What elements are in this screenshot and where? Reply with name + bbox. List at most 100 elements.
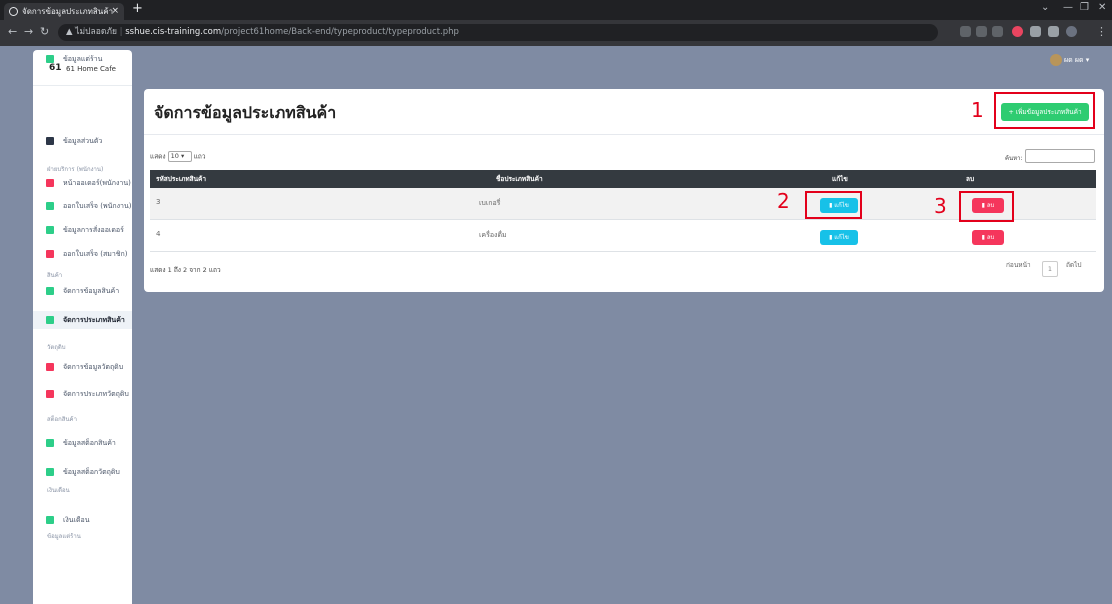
length-control: แสดง 10 ▾ แถว <box>150 151 206 162</box>
header-delete[interactable]: ลบ <box>966 170 974 188</box>
sidebar-item-label: ออกใบเสร็จ (สมาชิก) <box>63 250 128 258</box>
header-edit[interactable]: แก้ไข <box>832 170 848 188</box>
sidebar-item[interactable]: จัดการข้อมูลสินค้า <box>33 282 132 300</box>
cell-type-name: เบเกอรี่ <box>479 199 501 207</box>
highlight-box-1 <box>994 92 1095 129</box>
main-card: จัดการข้อมูลประเภทสินค้า + เพิ่มข้อมูลปร… <box>144 89 1104 292</box>
sidebar-item[interactable]: ข้อมูลสต็อกวัตถุดิบ <box>33 463 132 481</box>
cell-type-name: เครื่องดื่ม <box>479 231 507 239</box>
reload-icon[interactable]: ↻ <box>40 25 49 38</box>
length-suffix: แถว <box>193 152 206 161</box>
sidebar-item-label: ข้อมูลการสั่งออเดอร์ <box>63 226 124 234</box>
menu-item-icon <box>46 468 54 476</box>
forward-icon[interactable]: → <box>24 25 33 38</box>
sidebar-group-label: วัตถุดิบ <box>47 344 66 351</box>
sidebar-group-label: สต็อกสินค้า <box>47 416 77 423</box>
profile-icon[interactable] <box>1066 26 1077 37</box>
sidebar-item-label: จัดการประเภทสินค้า <box>63 316 125 324</box>
table-row: 4 เครื่องดื่ม ▮ แก้ไข ▮ ลบ <box>150 220 1096 252</box>
page-title: จัดการข้อมูลประเภทสินค้า <box>154 103 337 122</box>
page-1-button[interactable]: 1 <box>1042 261 1058 277</box>
card-header: จัดการข้อมูลประเภทสินค้า + เพิ่มข้อมูลปร… <box>144 89 1104 135</box>
url-field[interactable]: ▲ ไม่ปลอดภัย | sshue.cis-training.com/pr… <box>58 24 938 41</box>
chevron-down-icon[interactable]: ⌄ <box>1041 2 1049 13</box>
address-bar-row: ← → ↻ ▲ ไม่ปลอดภัย | sshue.cis-training.… <box>0 20 1112 46</box>
sidebar-item-label: จัดการประเภทวัตถุดิบ <box>63 390 129 398</box>
browser-titlebar: จัดการข้อมูลประเภทสินค้า × + ⌄ — ❐ ✕ <box>0 0 1112 20</box>
menu-item-icon <box>46 390 54 398</box>
menu-item-icon <box>46 316 54 324</box>
sidebar-item[interactable]: ข้อมูลสต็อกสินค้า <box>33 434 132 452</box>
insecure-warning[interactable]: ▲ ไม่ปลอดภัย <box>66 27 117 37</box>
annotation-3: 3 <box>934 194 947 218</box>
highlight-box-2 <box>805 191 862 219</box>
tab-close-icon[interactable]: × <box>111 3 119 20</box>
share-icon[interactable] <box>976 26 987 37</box>
back-icon[interactable]: ← <box>8 25 17 38</box>
length-select[interactable]: 10 ▾ <box>167 151 192 162</box>
extension-icon[interactable] <box>1012 26 1023 37</box>
table-row: 3 เบเกอรี่ ▮ แก้ไข ▮ ลบ <box>150 188 1096 220</box>
menu-item-icon <box>46 439 54 447</box>
sidepanel-icon[interactable] <box>1048 26 1059 37</box>
menu-item-icon <box>46 179 54 187</box>
next-page-button[interactable]: ถัดไป <box>1066 260 1082 270</box>
user-menu[interactable]: ผด ผด ▾ <box>1050 54 1089 66</box>
new-tab-button[interactable]: + <box>132 1 143 16</box>
sidebar-group-label: ข้อมูลแต่ร้าน <box>47 533 81 540</box>
sidebar-item[interactable]: จัดการประเภทวัตถุดิบ <box>33 385 132 403</box>
sidebar-item-label: ข้อมูลแต่ร้าน <box>63 55 103 63</box>
browser-tab[interactable]: จัดการข้อมูลประเภทสินค้า × <box>4 3 124 20</box>
length-prefix: แสดง <box>150 152 166 161</box>
header-type-name[interactable]: ชื่อประเภทสินค้า <box>496 170 543 188</box>
sidebar-item-label: เงินเดือน <box>63 516 90 524</box>
url-domain: sshue.cis-training.com <box>125 27 222 37</box>
prev-page-button[interactable]: ก่อนหน้า <box>1006 260 1031 270</box>
bookmark-star-icon[interactable] <box>992 26 1003 37</box>
sidebar-group-label: เงินเดือน <box>47 487 70 494</box>
sidebar-item[interactable]: หน้าออเดอร์(พนักงาน) <box>33 174 132 192</box>
header-type-id[interactable]: รหัสประเภทสินค้า <box>156 170 206 188</box>
sidebar-item[interactable]: ข้อมูลแต่ร้าน <box>33 50 132 68</box>
tab-title: จัดการข้อมูลประเภทสินค้า <box>22 7 114 16</box>
menu-item-icon <box>46 287 54 295</box>
sidebar-item-label: ข้อมูลส่วนตัว <box>63 137 103 145</box>
annotation-1: 1 <box>971 98 984 122</box>
sidebar-group-label: ฝ่ายบริการ (พนักงาน) <box>47 166 104 173</box>
sidebar: 61 61 Home Cafe ข้อมูลส่วนตัว ฝ่ายบริการ … <box>33 50 132 604</box>
menu-item-icon <box>46 137 54 145</box>
globe-icon <box>9 7 18 16</box>
cell-type-id: 4 <box>156 230 161 238</box>
sidebar-item[interactable]: ข้อมูลการสั่งออเดอร์ <box>33 221 132 239</box>
sidebar-group-label: สินค้า <box>47 272 63 279</box>
zoom-icon[interactable] <box>960 26 971 37</box>
sidebar-item[interactable]: จัดการประเภทสินค้า <box>33 311 132 329</box>
close-window-icon[interactable]: ✕ <box>1098 2 1106 13</box>
sidebar-item[interactable]: ออกใบเสร็จ (พนักงาน) <box>33 197 132 215</box>
sidebar-item-label: ข้อมูลสต็อกวัตถุดิบ <box>63 468 120 476</box>
menu-dots-icon[interactable]: ⋮ <box>1096 25 1107 38</box>
url-path: /project61home/Back-end/typeproduct/type… <box>221 27 459 37</box>
minimize-icon[interactable]: — <box>1063 2 1073 13</box>
delete-button[interactable]: ▮ ลบ <box>972 230 1004 245</box>
sidebar-item[interactable]: ออกใบเสร็จ (สมาชิก) <box>33 245 132 263</box>
sidebar-item[interactable]: ข้อมูลส่วนตัว <box>33 132 132 150</box>
avatar <box>1050 54 1062 66</box>
table-info: แสดง 1 ถึง 2 จาก 2 แถว <box>150 266 221 274</box>
extensions-puzzle-icon[interactable] <box>1030 26 1041 37</box>
sidebar-item[interactable]: เงินเดือน <box>33 511 132 529</box>
annotation-2: 2 <box>777 189 790 213</box>
search-input[interactable] <box>1025 149 1095 163</box>
menu-item-icon <box>46 226 54 234</box>
sidebar-item[interactable]: จัดการข้อมูลวัตถุดิบ <box>33 358 132 376</box>
restore-icon[interactable]: ❐ <box>1080 2 1089 13</box>
menu-item-icon <box>46 363 54 371</box>
user-name: ผด ผด ▾ <box>1064 56 1090 64</box>
sidebar-item-label: ออกใบเสร็จ (พนักงาน) <box>63 202 132 210</box>
sidebar-item-label: จัดการข้อมูลวัตถุดิบ <box>63 363 124 371</box>
menu-item-icon <box>46 202 54 210</box>
menu-item-icon <box>46 250 54 258</box>
sidebar-item-label: หน้าออเดอร์(พนักงาน) <box>63 179 131 187</box>
menu-item-icon <box>46 516 54 524</box>
edit-button[interactable]: ▮ แก้ไข <box>820 230 858 245</box>
